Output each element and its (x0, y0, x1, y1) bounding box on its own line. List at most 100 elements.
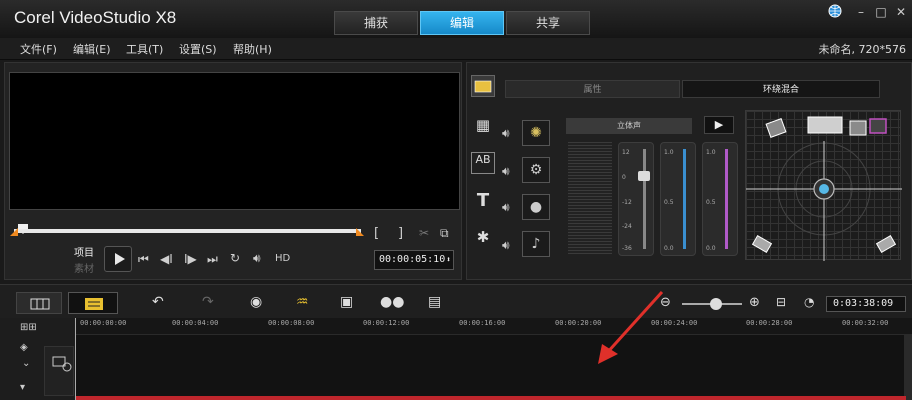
fader-right-track (725, 149, 728, 249)
timeline-marker-line (76, 396, 906, 400)
fader-left-track (683, 149, 686, 249)
transition-icon[interactable]: AB (471, 152, 495, 174)
timeline-scrollbar[interactable] (904, 334, 912, 400)
zoom-in-icon[interactable]: ⊕ (749, 295, 760, 310)
tab-share[interactable]: 共享 (506, 11, 590, 35)
graphics-icon[interactable]: ✱ (471, 228, 495, 250)
volume-icon[interactable]: 🔊︎ (253, 251, 261, 266)
timecode-spinner-icon[interactable]: ⬍ (446, 251, 451, 269)
menu-help[interactable]: 帮助(H) (233, 41, 272, 57)
fit-project-icon[interactable]: ⊟ (776, 295, 786, 309)
tick-label: 12 (622, 149, 630, 156)
video-track[interactable] (76, 334, 906, 400)
minimize-icon[interactable]: – (852, 4, 870, 20)
clock-icon: ◔ (804, 295, 815, 309)
project-duration: 0:03:38:09 (826, 296, 906, 312)
tick-label: 0.5 (706, 199, 716, 206)
voice-track-button[interactable]: ⚙ (522, 157, 550, 183)
zoom-slider-thumb[interactable] (710, 298, 722, 310)
surround-panner[interactable] (745, 110, 902, 261)
go-end-icon[interactable]: ⏭ (207, 252, 218, 267)
undo-icon[interactable]: ↶ (152, 294, 164, 310)
speaker-icon: 🔊︎ (502, 164, 510, 178)
mark-in-icon[interactable]: [ (374, 226, 379, 241)
volume-slider-thumb[interactable] (638, 171, 650, 181)
enlarge-icon[interactable]: ⧉ (440, 226, 449, 241)
annotation-arrow (598, 290, 664, 364)
volume-slider-track (643, 149, 646, 249)
timeline-view-icon[interactable] (68, 292, 118, 314)
chapter-cue-icon[interactable]: ◈ (20, 342, 28, 353)
tab-capture[interactable]: 捕获 (334, 11, 418, 35)
timeline-playhead[interactable] (75, 318, 76, 400)
tick-label: -36 (622, 245, 632, 252)
instant-project-icon[interactable]: ▦ (471, 116, 495, 138)
trim-end-handle[interactable] (356, 228, 364, 238)
globe-icon[interactable] (828, 4, 846, 20)
next-frame-icon[interactable]: I▶ (184, 252, 197, 266)
fader-left[interactable]: 1.0 0.5 0.0 (660, 142, 696, 256)
ruler-label: 00:00:08:00 (268, 319, 315, 327)
tab-edit[interactable]: 编辑 (420, 11, 504, 35)
ruler-label: 00:00:32:00 (842, 319, 889, 327)
stereo-label: 立体声 (566, 118, 692, 134)
close-icon[interactable]: ✕ (892, 4, 910, 20)
multi-camera-icon[interactable]: ●● (380, 294, 404, 310)
audio-play-button[interactable]: ▶ (704, 116, 734, 134)
speaker-icon: 🔊︎ (502, 126, 510, 140)
audio-level-meter (568, 142, 612, 254)
track-manager-icon[interactable]: ⊞⊞ (20, 322, 37, 333)
tick-label: 0.5 (664, 199, 674, 206)
menu-edit[interactable]: 编辑(E) (73, 41, 111, 57)
video-track-button[interactable]: ✺ (522, 120, 550, 146)
menu-file[interactable]: 文件(F) (20, 41, 57, 57)
tick-label: -24 (622, 223, 632, 230)
speaker-icon: 🔊︎ (502, 238, 510, 252)
auto-music-icon[interactable]: ♒ (296, 294, 309, 310)
speaker-icon: 🔊︎ (502, 200, 510, 214)
go-start-icon[interactable]: ⏮ (138, 252, 149, 267)
scrub-bar[interactable] (14, 229, 361, 233)
track-options-icon[interactable]: ▾ (20, 382, 25, 393)
ruler-label: 00:00:00:00 (80, 319, 127, 327)
storyboard-view-icon[interactable] (16, 292, 62, 314)
split-clip-icon[interactable]: ✂ (419, 226, 429, 240)
music-track-button[interactable]: ♪ (522, 231, 550, 257)
fader-right[interactable]: 1.0 0.5 0.0 (702, 142, 738, 256)
tab-properties[interactable]: 属性 (505, 80, 680, 98)
video-track-header[interactable] (44, 346, 74, 396)
tick-label: 1.0 (664, 149, 674, 156)
menu-settings[interactable]: 设置(S) (179, 41, 217, 57)
tick-label: -12 (622, 199, 632, 206)
tab-surround-mix[interactable]: 环绕混合 (682, 80, 880, 98)
menu-tools[interactable]: 工具(T) (126, 41, 163, 57)
trim-start-handle[interactable] (10, 228, 18, 238)
record-capture-icon[interactable]: ◉ (250, 294, 262, 310)
ripple-edit-icon[interactable]: ⌄ (22, 358, 30, 369)
prev-frame-icon[interactable]: ◀I (160, 252, 173, 266)
volume-slider[interactable]: 12 0 -12 -24 -36 (618, 142, 654, 256)
timecode-display[interactable]: 00:00:05:10 ⬍ (374, 250, 454, 270)
mark-out-icon[interactable]: ] (398, 226, 403, 241)
mode-clip[interactable]: 素材 (74, 260, 94, 275)
ruler-label: 00:00:04:00 (172, 319, 219, 327)
mode-project[interactable]: 项目 (74, 244, 94, 259)
play-button[interactable] (104, 246, 132, 272)
motion-tracking-icon[interactable]: ▣ (340, 294, 353, 310)
repeat-icon[interactable]: ↻ (230, 251, 240, 265)
voice-over-button[interactable]: ● (522, 194, 550, 220)
app-title: Corel VideoStudio X8 (14, 8, 177, 27)
ruler-label: 00:00:28:00 (746, 319, 793, 327)
timecode-value: 00:00:05:10 (379, 254, 446, 265)
ruler-label: 00:00:12:00 (363, 319, 410, 327)
preview-screen (9, 72, 460, 210)
project-info: 未命名, 720*576 (818, 43, 906, 56)
redo-icon[interactable]: ↷ (202, 294, 214, 310)
tick-label: 1.0 (706, 149, 716, 156)
title-icon[interactable]: T (471, 190, 495, 212)
media-icon[interactable] (471, 75, 495, 97)
ruler-label: 00:00:16:00 (459, 319, 506, 327)
maximize-icon[interactable]: □ (872, 4, 890, 20)
hd-toggle[interactable]: HD (275, 253, 290, 264)
subtitle-editor-icon[interactable]: ▤ (428, 294, 441, 310)
